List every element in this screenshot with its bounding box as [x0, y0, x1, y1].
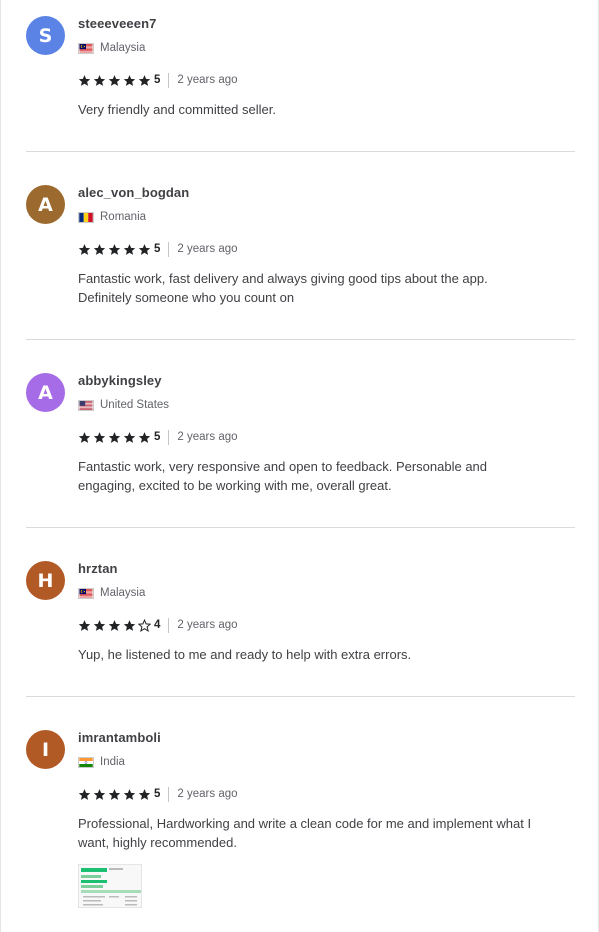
star-filled-icon	[78, 431, 91, 443]
review-time: 2 years ago	[177, 788, 238, 800]
india-flag-icon	[78, 756, 94, 768]
star-filled-icon	[123, 619, 136, 631]
review-time: 2 years ago	[177, 431, 238, 443]
rating-row: 5 2 years ago	[78, 429, 238, 445]
review-text-line: Fantastic work, fast delivery and always…	[78, 271, 488, 286]
country-label: United States	[100, 399, 170, 411]
review-text-line: Very friendly and committed seller.	[78, 102, 276, 117]
review-text-line: Definitely someone who you count on	[78, 290, 295, 305]
reviewer-country: India	[78, 755, 125, 769]
review-text-line: Yup, he listened to me and ready to help…	[78, 647, 412, 662]
reviewer-username[interactable]: alec_von_bogdan	[78, 185, 189, 200]
star-filled-icon	[138, 788, 151, 800]
romania-flag-icon	[78, 211, 94, 223]
review-text-line: Professional, Hardworking and write a cl…	[78, 816, 532, 831]
star-empty-icon	[138, 618, 151, 632]
review-text: Very friendly and committed seller.	[78, 100, 573, 119]
star-filled-icon	[108, 431, 121, 443]
star-rating	[78, 788, 153, 801]
divider	[168, 241, 170, 257]
star-filled-icon	[123, 74, 136, 86]
review-divider	[26, 339, 575, 340]
country-label: Malaysia	[100, 42, 146, 54]
reviewer-username[interactable]: hrztan	[78, 561, 118, 576]
star-filled-icon	[123, 431, 136, 443]
star-filled-icon	[78, 788, 91, 800]
reviewer-username[interactable]: abbykingsley	[78, 373, 162, 388]
star-filled-icon	[93, 619, 106, 631]
review-divider	[26, 696, 575, 697]
review-text: Fantastic work, fast delivery and always…	[78, 269, 573, 307]
star-filled-icon	[108, 788, 121, 800]
star-filled-icon	[138, 74, 151, 86]
star-filled-icon	[78, 243, 91, 255]
reviewer-country: Romania	[78, 210, 146, 224]
reviewer-username[interactable]: imrantamboli	[78, 730, 161, 745]
review-time: 2 years ago	[177, 74, 238, 86]
star-filled-icon	[93, 74, 106, 86]
divider	[168, 429, 170, 445]
star-filled-icon	[78, 74, 91, 86]
avatar[interactable]: A	[26, 185, 65, 224]
rating-row: 5 2 years ago	[78, 786, 238, 802]
rating-score: 5	[154, 74, 161, 86]
country-label: India	[100, 756, 125, 768]
review-text: Yup, he listened to me and ready to help…	[78, 645, 573, 664]
reviewer-country: Malaysia	[78, 41, 145, 55]
avatar[interactable]: S	[26, 16, 65, 55]
divider	[168, 72, 170, 88]
country-label: Romania	[100, 211, 147, 223]
star-filled-icon	[93, 431, 106, 443]
rating-score: 4	[154, 619, 161, 631]
review-text-line: engaging, excited to be working with me,…	[78, 478, 392, 493]
review-text: Fantastic work, very responsive and open…	[78, 457, 573, 495]
review-text-line: want, highly recommended.	[78, 835, 237, 850]
star-filled-icon	[123, 243, 136, 255]
avatar[interactable]: I	[26, 730, 65, 769]
star-filled-icon	[108, 74, 121, 86]
malaysia-flag-icon	[78, 42, 94, 54]
rating-row: 4 2 years ago	[78, 617, 238, 633]
rating-score: 5	[154, 243, 161, 255]
review-text-line: Fantastic work, very responsive and open…	[78, 459, 488, 474]
attachment-preview-image	[79, 865, 141, 907]
star-filled-icon	[138, 431, 151, 443]
reviewer-country: Malaysia	[78, 586, 145, 600]
divider	[168, 617, 170, 633]
star-rating	[78, 431, 153, 444]
malaysia-flag-icon	[78, 587, 94, 599]
star-rating	[78, 618, 153, 632]
star-filled-icon	[123, 788, 136, 800]
star-filled-icon	[108, 619, 121, 631]
us-flag-icon	[78, 399, 94, 411]
rating-row: 5 2 years ago	[78, 241, 238, 257]
reviewer-country: United States	[78, 398, 169, 412]
rating-row: 5 2 years ago	[78, 72, 238, 88]
divider	[168, 786, 170, 802]
review-divider	[26, 527, 575, 528]
star-filled-icon	[93, 788, 106, 800]
review-time: 2 years ago	[177, 619, 238, 631]
avatar[interactable]: A	[26, 373, 65, 412]
star-filled-icon	[93, 243, 106, 255]
country-label: Malaysia	[100, 587, 146, 599]
review-time: 2 years ago	[177, 243, 238, 255]
rating-score: 5	[154, 431, 161, 443]
attachment-thumbnail[interactable]	[78, 864, 142, 908]
star-rating	[78, 243, 153, 256]
rating-score: 5	[154, 788, 161, 800]
review-text: Professional, Hardworking and write a cl…	[78, 814, 573, 852]
star-filled-icon	[78, 619, 91, 631]
reviewer-username[interactable]: steeeveeen7	[78, 16, 156, 31]
review-divider	[26, 151, 575, 152]
star-filled-icon	[138, 243, 151, 255]
avatar[interactable]: H	[26, 561, 65, 600]
star-rating	[78, 74, 153, 87]
star-filled-icon	[108, 243, 121, 255]
